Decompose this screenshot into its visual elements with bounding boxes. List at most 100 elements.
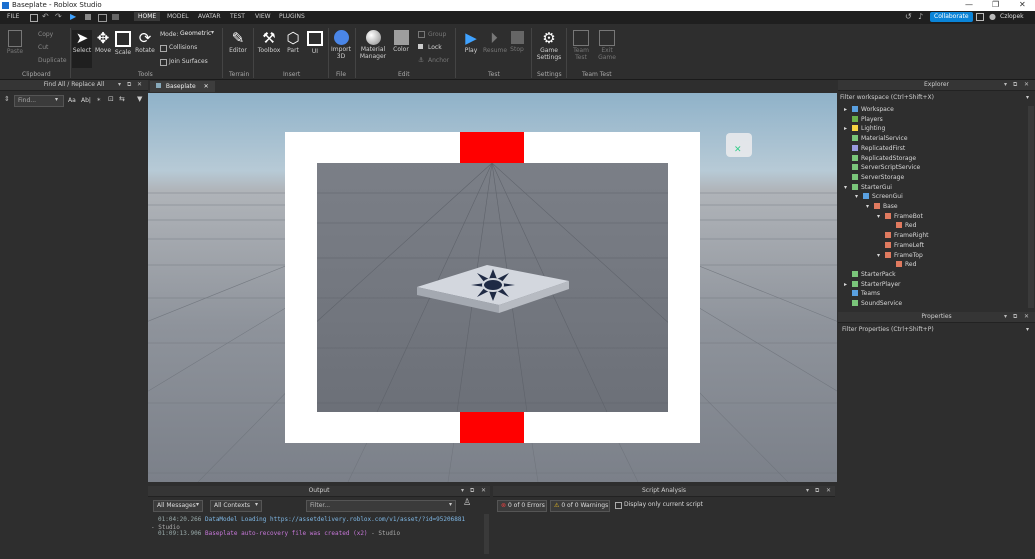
explorer-item[interactable]: ▾ FrameBot xyxy=(877,212,923,220)
game-settings-button[interactable]: ⚙ Game Settings xyxy=(535,30,563,61)
notifications-icon[interactable]: ↺ xyxy=(905,12,912,21)
maximize-icon[interactable]: ❐ xyxy=(992,0,999,9)
expand-arrow-icon[interactable]: ▸ xyxy=(844,106,852,113)
explorer-item[interactable]: StarterPack xyxy=(844,270,896,278)
find-dropdown-icon[interactable]: ▾ xyxy=(55,96,58,103)
script-dropdown-icon[interactable]: ▾ xyxy=(806,487,809,494)
group-button[interactable]: Group xyxy=(428,31,446,38)
properties-close-icon[interactable]: ✕ xyxy=(1024,313,1029,320)
explorer-item[interactable]: ▾ FrameTop xyxy=(877,251,923,259)
stop-button[interactable]: Stop xyxy=(507,30,527,53)
explorer-item[interactable]: Red xyxy=(888,222,916,229)
close-icon[interactable]: ✕ xyxy=(1019,0,1026,9)
explorer-item[interactable]: FrameRight xyxy=(877,232,929,239)
explorer-item[interactable]: ReplicatedFirst xyxy=(844,144,905,152)
explorer-item[interactable]: Players xyxy=(844,115,883,123)
panel-dropdown-icon[interactable]: ▾ xyxy=(118,81,121,88)
team-test-button[interactable]: Team Test xyxy=(570,30,592,61)
save-icon[interactable] xyxy=(30,14,38,22)
file-menu[interactable]: FILE xyxy=(7,13,19,20)
expand-arrow-icon[interactable]: ▾ xyxy=(877,213,885,220)
tab-baseplate[interactable]: Baseplate ✕ xyxy=(150,81,215,92)
explorer-item[interactable]: ▸ Workspace xyxy=(844,106,894,113)
replace-icon[interactable]: ⇆ xyxy=(119,95,125,103)
scale-tool-button[interactable]: Scale xyxy=(114,30,132,56)
explorer-filter-dropdown-icon[interactable]: ▾ xyxy=(1026,94,1029,101)
tab-view[interactable]: VIEW xyxy=(255,13,271,20)
output-scrollbar[interactable] xyxy=(484,514,489,554)
output-float-icon[interactable]: ⧉ xyxy=(470,487,474,495)
tab-plugins[interactable]: PLUGINS xyxy=(279,13,305,20)
explorer-item[interactable]: ▸ Lighting xyxy=(844,125,885,132)
panel-close-icon[interactable]: ✕ xyxy=(137,81,142,88)
user-name[interactable]: Czlopek xyxy=(1000,13,1024,20)
bell-icon[interactable]: ♪ xyxy=(918,12,923,21)
ui-button[interactable]: UI xyxy=(306,30,324,55)
explorer-item[interactable]: ReplicatedStorage xyxy=(844,154,916,162)
lock-button[interactable]: Lock xyxy=(428,44,442,51)
3d-viewport[interactable]: ✕ xyxy=(148,93,837,482)
explorer-item[interactable]: MaterialService xyxy=(844,135,908,142)
exit-game-button[interactable]: Exit Game xyxy=(596,30,618,61)
minimize-icon[interactable]: — xyxy=(965,0,973,9)
output-close-icon[interactable]: ✕ xyxy=(481,487,486,494)
expand-replace-icon[interactable]: ⇕ xyxy=(4,95,10,103)
frame-bot-red[interactable] xyxy=(460,412,524,443)
play-button[interactable]: ▶ Play xyxy=(460,30,482,54)
properties-float-icon[interactable]: ⧉ xyxy=(1013,313,1017,321)
rotate-tool-button[interactable]: ⟳ Rotate xyxy=(134,30,156,54)
import-3d-button[interactable]: Import 3D xyxy=(330,30,352,60)
explorer-dropdown-icon[interactable]: ▾ xyxy=(1004,81,1007,88)
match-case-button[interactable]: Aa xyxy=(68,97,76,104)
color-button[interactable]: Color xyxy=(391,30,411,53)
anchor-button[interactable]: Anchor xyxy=(428,57,449,64)
select-tool-button[interactable]: ➤ Select xyxy=(72,30,92,68)
explorer-item[interactable]: ServerStorage xyxy=(844,173,904,181)
errors-toggle[interactable]: ⊗ 0 of 0 Errors xyxy=(497,500,547,512)
explorer-item[interactable]: Red xyxy=(888,261,916,268)
quick-stop-icon[interactable] xyxy=(85,14,91,20)
terrain-editor-button[interactable]: ✎ Editor xyxy=(226,30,250,54)
collaborate-button[interactable]: Collaborate xyxy=(930,12,973,22)
current-script-checkbox[interactable] xyxy=(615,502,622,509)
tab-avatar[interactable]: AVATAR xyxy=(198,13,221,20)
tab-test[interactable]: TEST xyxy=(230,13,245,20)
explorer-item[interactable]: ▾ ScreenGui xyxy=(855,193,903,200)
mode-dropdown[interactable]: Geometric xyxy=(180,30,211,37)
panel-float-icon[interactable]: ⧉ xyxy=(127,81,131,89)
explorer-filter-input[interactable]: Filter workspace (Ctrl+Shift+X) xyxy=(840,93,1025,103)
redo-icon[interactable]: ↷ xyxy=(55,12,62,21)
material-manager-button[interactable]: Material Manager xyxy=(358,30,388,60)
properties-filter-input[interactable]: Filter Properties (Ctrl+Shift+P) xyxy=(842,325,1022,335)
filter-icon[interactable]: ▼ xyxy=(137,95,142,103)
explorer-item[interactable]: ▾ Base xyxy=(866,203,898,210)
join-surfaces-checkbox[interactable] xyxy=(160,59,167,66)
clear-output-icon[interactable]: ♙ xyxy=(463,498,471,508)
output-filter-input[interactable]: Filter... xyxy=(306,500,456,512)
duplicate-button[interactable]: Duplicate xyxy=(38,57,67,64)
explorer-scrollbar[interactable] xyxy=(1028,106,1034,308)
expand-arrow-icon[interactable]: ▾ xyxy=(844,184,852,191)
user-icon[interactable]: ● xyxy=(989,12,996,21)
quick-play-icon[interactable]: ▶ xyxy=(70,12,76,21)
properties-filter-dropdown-icon[interactable]: ▾ xyxy=(1026,326,1029,333)
scope-icon[interactable]: ⊡ xyxy=(108,95,114,103)
undo-icon[interactable]: ↶ xyxy=(42,12,49,21)
script-close-icon[interactable]: ✕ xyxy=(826,487,831,494)
screenshot-icon[interactable] xyxy=(98,14,107,22)
copy-button[interactable]: Copy xyxy=(38,31,53,38)
output-dropdown-icon[interactable]: ▾ xyxy=(461,487,464,494)
publish-icon[interactable] xyxy=(112,14,119,20)
part-button[interactable]: ⬡ Part xyxy=(284,30,302,54)
explorer-item[interactable]: ServerScriptService xyxy=(844,164,920,171)
move-tool-button[interactable]: ✥ Move xyxy=(94,30,112,54)
tab-model[interactable]: MODEL xyxy=(167,13,189,20)
paste-button[interactable]: Paste xyxy=(5,30,25,55)
explorer-item[interactable]: ▾ StarterGui xyxy=(844,183,892,191)
regex-icon[interactable]: ⁎ xyxy=(97,95,101,103)
collisions-checkbox[interactable] xyxy=(160,45,167,52)
match-word-button[interactable]: Ab| xyxy=(81,97,91,104)
expand-arrow-icon[interactable]: ▾ xyxy=(866,203,874,210)
properties-dropdown-icon[interactable]: ▾ xyxy=(1004,313,1007,320)
explorer-float-icon[interactable]: ⧉ xyxy=(1013,81,1017,89)
